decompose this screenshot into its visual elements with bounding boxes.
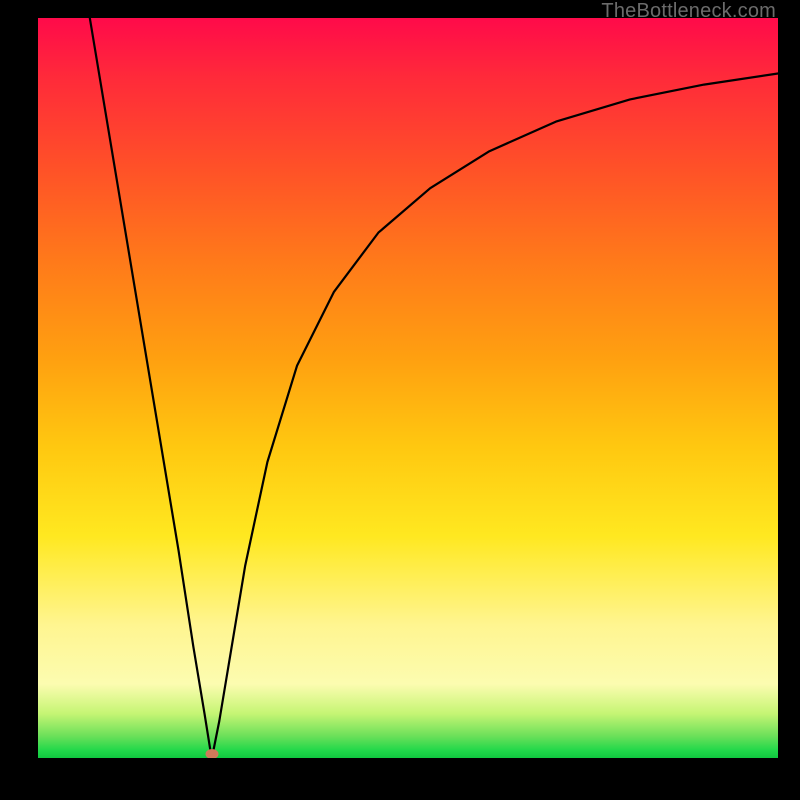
plot-area — [38, 18, 778, 758]
curve-svg — [38, 18, 778, 758]
attribution-text: TheBottleneck.com — [601, 0, 776, 23]
bottleneck-curve — [90, 18, 778, 751]
minimum-marker — [205, 749, 218, 758]
chart-frame: TheBottleneck.com — [0, 0, 800, 800]
